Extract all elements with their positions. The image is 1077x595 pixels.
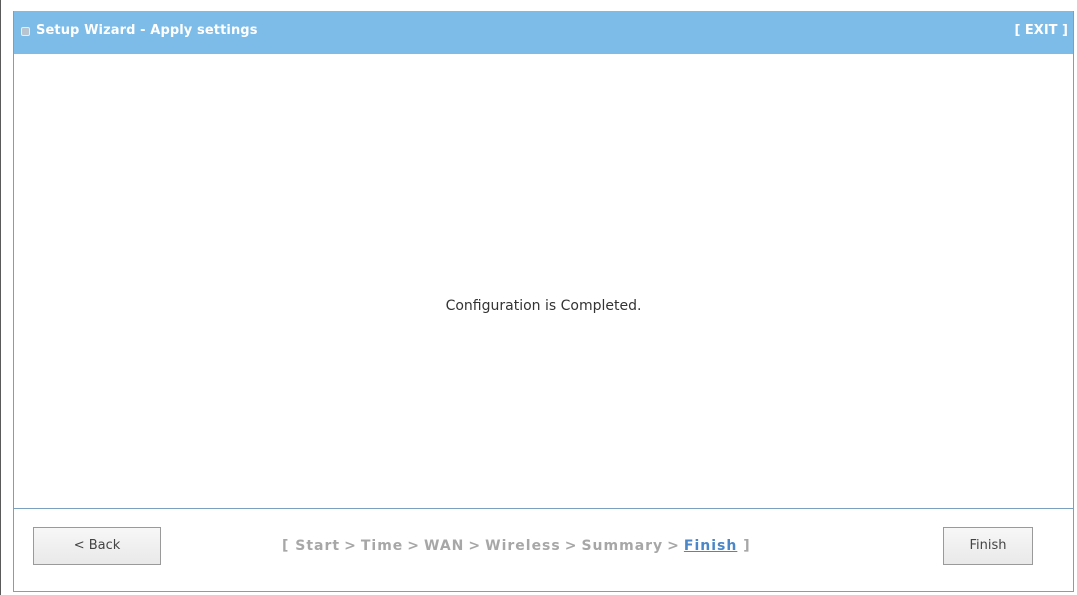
step-separator: > bbox=[667, 538, 680, 554]
step-finish[interactable]: Finish bbox=[684, 538, 737, 554]
wizard-footer: < Back [ Start > Time > WAN > Wireless > Summary… bbox=[14, 508, 1073, 592]
steps-list: Start > Time > WAN > Wireless > Summary > Finish bbox=[295, 538, 743, 554]
window-square-icon bbox=[21, 27, 30, 36]
step-time: Time bbox=[360, 538, 404, 554]
step-separator: > bbox=[344, 538, 357, 554]
step-start: Start bbox=[295, 538, 341, 554]
wizard-title-bar: Setup Wizard - Apply settings [ EXIT ] bbox=[14, 11, 1073, 54]
step-summary: Summary bbox=[581, 538, 664, 554]
step-wireless: Wireless bbox=[485, 538, 561, 554]
completion-message: Configuration is Completed. bbox=[445, 298, 642, 314]
back-button[interactable]: < Back bbox=[33, 527, 161, 565]
exit-link[interactable]: [ EXIT ] bbox=[1014, 23, 1068, 38]
setup-wizard-window: Setup Wizard - Apply settings [ EXIT ] C… bbox=[13, 11, 1074, 592]
wizard-steps-breadcrumb: [ Start > Time > WAN > Wireless > Summary > Finish… bbox=[282, 538, 751, 554]
page-left-border bbox=[0, 0, 1, 595]
wizard-content: Configuration is Completed. bbox=[14, 54, 1073, 508]
step-separator: > bbox=[407, 538, 421, 554]
steps-close-bracket: ] bbox=[743, 538, 751, 554]
step-wan: WAN bbox=[424, 538, 465, 554]
step-separator: > bbox=[564, 538, 578, 554]
wizard-title: Setup Wizard - Apply settings bbox=[36, 23, 258, 38]
finish-button[interactable]: Finish bbox=[943, 527, 1033, 565]
step-separator: > bbox=[468, 538, 482, 554]
steps-open-bracket: [ bbox=[282, 538, 290, 554]
